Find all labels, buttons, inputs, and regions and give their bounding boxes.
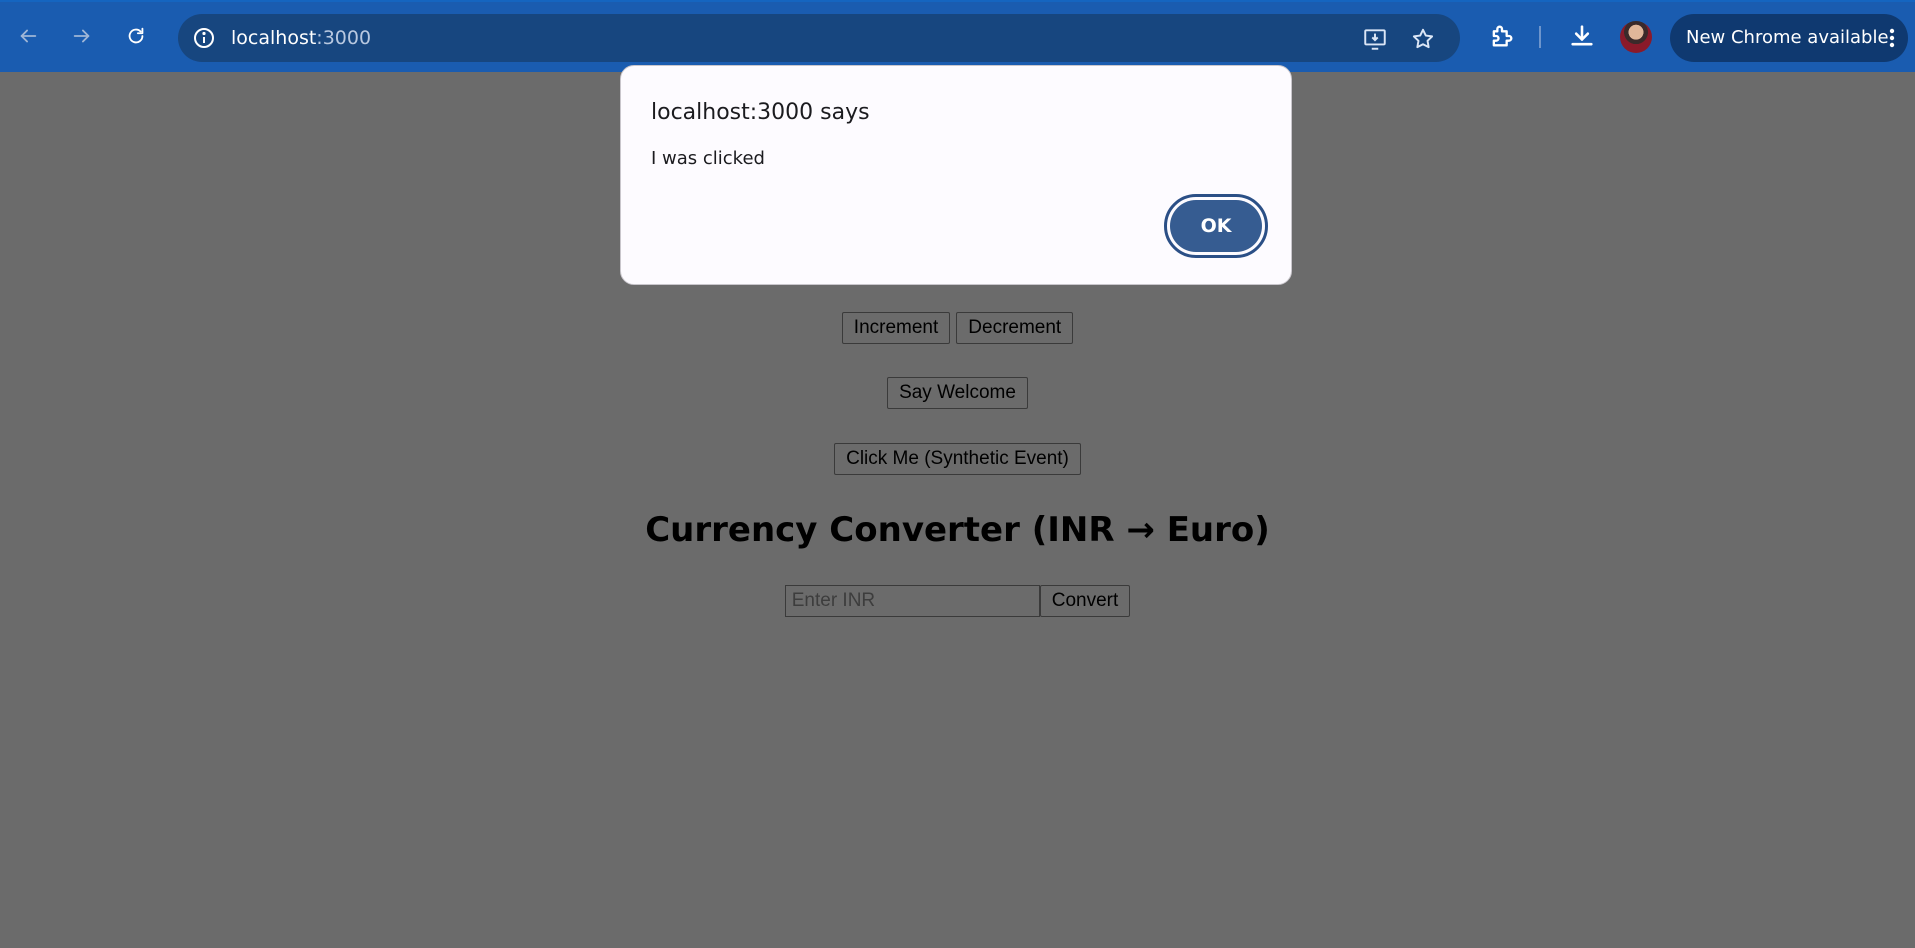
ok-button-label: OK [1170,200,1262,252]
increment-button[interactable]: Increment [841,312,951,344]
url-port: :3000 [316,27,372,49]
update-chip-label: New Chrome available [1686,27,1889,48]
convert-button[interactable]: Convert [1039,585,1131,617]
synthetic-event-button[interactable]: Click Me (Synthetic Event) [834,443,1081,475]
currency-converter-title: Currency Converter (INR → Euro) [645,510,1270,550]
bookmark-star-icon[interactable] [1410,26,1436,52]
install-app-icon[interactable] [1362,26,1388,52]
profile-avatar[interactable] [1620,21,1652,53]
kebab-menu-icon[interactable] [1888,26,1896,50]
url-host: localhost [231,27,317,49]
url-text[interactable]: localhost:3000 [231,26,371,50]
ok-button[interactable]: OK [1164,194,1268,258]
say-welcome-button[interactable]: Say Welcome [887,377,1028,409]
chrome-update-chip[interactable]: New Chrome available [1670,14,1908,62]
forward-arrow-icon[interactable] [66,20,98,52]
back-arrow-icon[interactable] [12,20,44,52]
converter-row: Convert [0,585,1915,617]
decrement-button[interactable]: Decrement [956,312,1074,344]
welcome-button-row: Say Welcome [0,377,1915,409]
dialog-message: I was clicked [651,148,765,169]
toolbar-divider [1539,26,1541,48]
browser-toolbar: localhost:3000 New Chrome available [0,0,1915,72]
counter-button-row: Increment Decrement [0,312,1915,344]
alert-dialog: localhost:3000 says I was clicked OK [620,65,1292,285]
extensions-puzzle-icon[interactable] [1488,22,1516,50]
dialog-title: localhost:3000 says [651,100,870,125]
site-info-icon[interactable] [192,26,216,50]
inr-input[interactable] [784,585,1040,617]
download-icon[interactable] [1568,22,1596,50]
reload-icon[interactable] [120,20,152,52]
synthetic-button-row: Click Me (Synthetic Event) [0,443,1915,475]
address-bar[interactable]: localhost:3000 [178,14,1460,62]
